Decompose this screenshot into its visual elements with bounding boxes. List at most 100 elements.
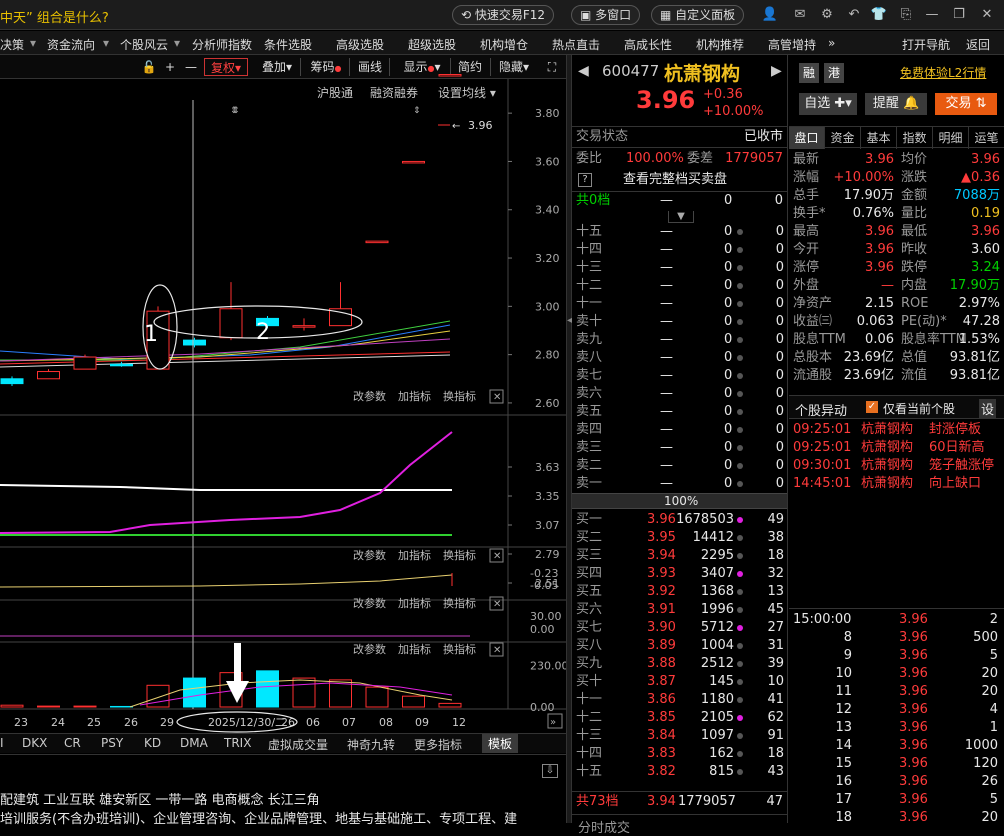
menu-item-stock-news[interactable]: 个股风云	[120, 36, 168, 53]
l2-trial-link[interactable]: 免费体验L2行情	[900, 64, 986, 81]
ask-row[interactable]: 卖三 — 0 0	[572, 439, 788, 457]
next-stock-icon[interactable]: ▶	[771, 63, 782, 79]
anomaly-settings-button[interactable]: 设	[979, 399, 997, 418]
menu-item-high-growth[interactable]: 高成长性	[624, 36, 672, 53]
bid-row[interactable]: 十三 3.84 1097 91	[572, 727, 788, 745]
bid-row[interactable]: 十五 3.82 815 43	[572, 763, 788, 781]
margin-tag[interactable]: 融	[799, 63, 819, 83]
prev-stock-icon[interactable]: ◀	[578, 63, 589, 79]
add-indicator-1[interactable]: 加指标	[398, 548, 431, 562]
indicator-tab-virtual-volume[interactable]: 虚拟成交量	[268, 736, 328, 753]
alert-button[interactable]: 提醒 🔔	[865, 93, 927, 115]
indicator-tab-kd[interactable]: KD	[144, 736, 161, 750]
ask-row[interactable]: 十二 — 0 0	[572, 277, 788, 295]
quick-trade-button[interactable]: ⟲ 快速交易F12	[452, 5, 555, 25]
add-indicator-2[interactable]: 加指标	[398, 596, 431, 610]
bid-row[interactable]: 买七 3.90 5712 27	[572, 619, 788, 637]
swap-indicator-0[interactable]: 换指标	[443, 389, 476, 403]
indicator-tab-cr[interactable]: CR	[64, 736, 81, 750]
download-icon[interactable]: ⇩	[542, 764, 558, 778]
anomaly-row[interactable]: 09:30:01 杭萧钢构 笼子触涨停	[789, 457, 1004, 475]
change-params-2[interactable]: 改参数	[353, 596, 386, 610]
bid-row[interactable]: 买五 3.92 1368 13	[572, 583, 788, 601]
tick-tab[interactable]: 分时成交	[578, 817, 630, 836]
help-icon[interactable]: ?	[578, 173, 592, 187]
indicator-tab-template[interactable]: 模板	[482, 734, 519, 753]
ask-row[interactable]: 十四 — 0 0	[572, 241, 788, 259]
anomaly-row[interactable]: 09:25:01 杭萧钢构 60日新高	[789, 439, 1004, 457]
ask-row[interactable]: 卖七 — 0 0	[572, 367, 788, 385]
bid-row[interactable]: 十二 3.85 2105 62	[572, 709, 788, 727]
multi-window-button[interactable]: ▣ 多窗口	[571, 5, 641, 25]
menu-item-analyst-index[interactable]: 分析师指数	[192, 36, 252, 53]
minimize-icon[interactable]: —	[923, 6, 941, 24]
quote-tab-4[interactable]: 明细	[933, 127, 969, 149]
mail-icon[interactable]: ✉	[791, 6, 809, 24]
ask-row[interactable]: 十五 — 0 0	[572, 223, 788, 241]
kline-chart[interactable]: 3.803.603.403.203.002.802.60← 3.96⇕⇕ ⇕1 2改参…	[0, 55, 566, 733]
maximize-icon[interactable]: ❐	[950, 6, 968, 24]
bid-row[interactable]: 买一 3.96 1678503 49	[572, 511, 788, 529]
trade-button[interactable]: 交易 ⇅	[935, 93, 997, 115]
change-params-1[interactable]: 改参数	[353, 548, 386, 562]
add-indicator-0[interactable]: 加指标	[398, 389, 431, 403]
menu-item-condition-select[interactable]: 条件选股	[264, 36, 312, 53]
open-nav-link[interactable]: 打开导航	[902, 36, 950, 53]
menu-item-super-select[interactable]: 超级选股	[408, 36, 456, 53]
swap-indicator-3[interactable]: 换指标	[443, 642, 476, 656]
indicator-tab-trix[interactable]: TRIX	[224, 736, 251, 750]
bid-row[interactable]: 买九 3.88 2512 39	[572, 655, 788, 673]
current-only-checkbox[interactable]: ✓	[866, 401, 878, 413]
swap-indicator-2[interactable]: 换指标	[443, 596, 476, 610]
ask-row[interactable]: 卖一 — 0 0	[572, 475, 788, 493]
bid-row[interactable]: 买二 3.95 14412 38	[572, 529, 788, 547]
close-icon[interactable]: ✕	[978, 6, 996, 24]
change-params-0[interactable]: 改参数	[353, 389, 386, 403]
quote-tab-0[interactable]: 盘口	[789, 127, 825, 149]
menu-item-institution-rec[interactable]: 机构推荐	[696, 36, 744, 53]
bid-row[interactable]: 十一 3.86 1180 41	[572, 691, 788, 709]
swap-indicator-1[interactable]: 换指标	[443, 548, 476, 562]
quote-tab-2[interactable]: 基本	[861, 127, 897, 149]
ask-row[interactable]: 十三 — 0 0	[572, 259, 788, 277]
ask-row[interactable]: 十一 — 0 0	[572, 295, 788, 313]
undo-icon[interactable]: ↶	[845, 6, 863, 24]
menu-item-advanced-select[interactable]: 高级选股	[336, 36, 384, 53]
add-watchlist-button[interactable]: 自选 ✚▾	[799, 93, 857, 115]
ask-row[interactable]: 卖五 — 0 0	[572, 403, 788, 421]
menu-item-executive-add[interactable]: 高管增持	[768, 36, 816, 53]
add-indicator-3[interactable]: 加指标	[398, 642, 431, 656]
skin-icon[interactable]: 👕	[870, 6, 888, 24]
bid-row[interactable]: 买十 3.87 145 10	[572, 673, 788, 691]
restore-icon[interactable]: ⎘	[897, 6, 915, 24]
indicator-tab-nine-turn[interactable]: 神奇九转	[347, 736, 395, 753]
indicator-tab-more[interactable]: 更多指标	[414, 736, 462, 753]
hk-connect-tag[interactable]: 港	[824, 63, 844, 83]
quote-tab-1[interactable]: 资金	[825, 127, 861, 149]
bid-row[interactable]: 买八 3.89 1004 31	[572, 637, 788, 655]
bid-row[interactable]: 买四 3.93 3407 32	[572, 565, 788, 583]
anomaly-row[interactable]: 09:25:01 杭萧钢构 封涨停板	[789, 421, 1004, 439]
change-params-3[interactable]: 改参数	[353, 642, 386, 656]
ask-row[interactable]: 卖四 — 0 0	[572, 421, 788, 439]
ask-row[interactable]: 卖八 — 0 0	[572, 349, 788, 367]
user-icon[interactable]: 👤	[761, 6, 779, 24]
indicator-tab-0[interactable]: I	[0, 736, 4, 750]
bid-row[interactable]: 买六 3.91 1996 45	[572, 601, 788, 619]
expand-asks-icon[interactable]: ▼	[668, 211, 694, 223]
anomaly-row[interactable]: 14:45:01 杭萧钢构 向上缺口	[789, 475, 1004, 493]
settings-icon[interactable]: ⚙	[818, 6, 836, 24]
menu-item-fund-flow[interactable]: 资金流向	[47, 36, 95, 53]
ask-row[interactable]: 卖十 — 0 0	[572, 313, 788, 331]
indicator-tab-dkx[interactable]: DKX	[22, 736, 47, 750]
indicator-tab-psy[interactable]: PSY	[101, 736, 123, 750]
ask-row[interactable]: 卖六 — 0 0	[572, 385, 788, 403]
full-book-link[interactable]: 查看完整档买卖盘	[623, 171, 727, 189]
quote-tab-5[interactable]: 运笔	[969, 127, 1004, 149]
menu-item-juece[interactable]: 决策	[0, 36, 24, 53]
collapse-arrow-icon[interactable]: ◂	[567, 315, 572, 355]
back-link[interactable]: 返回	[966, 36, 990, 53]
full-book-row[interactable]: ? 查看完整档买卖盘	[572, 171, 787, 189]
custom-panel-button[interactable]: ▦ 自定义面板	[651, 5, 745, 25]
quote-tab-3[interactable]: 指数	[897, 127, 933, 149]
